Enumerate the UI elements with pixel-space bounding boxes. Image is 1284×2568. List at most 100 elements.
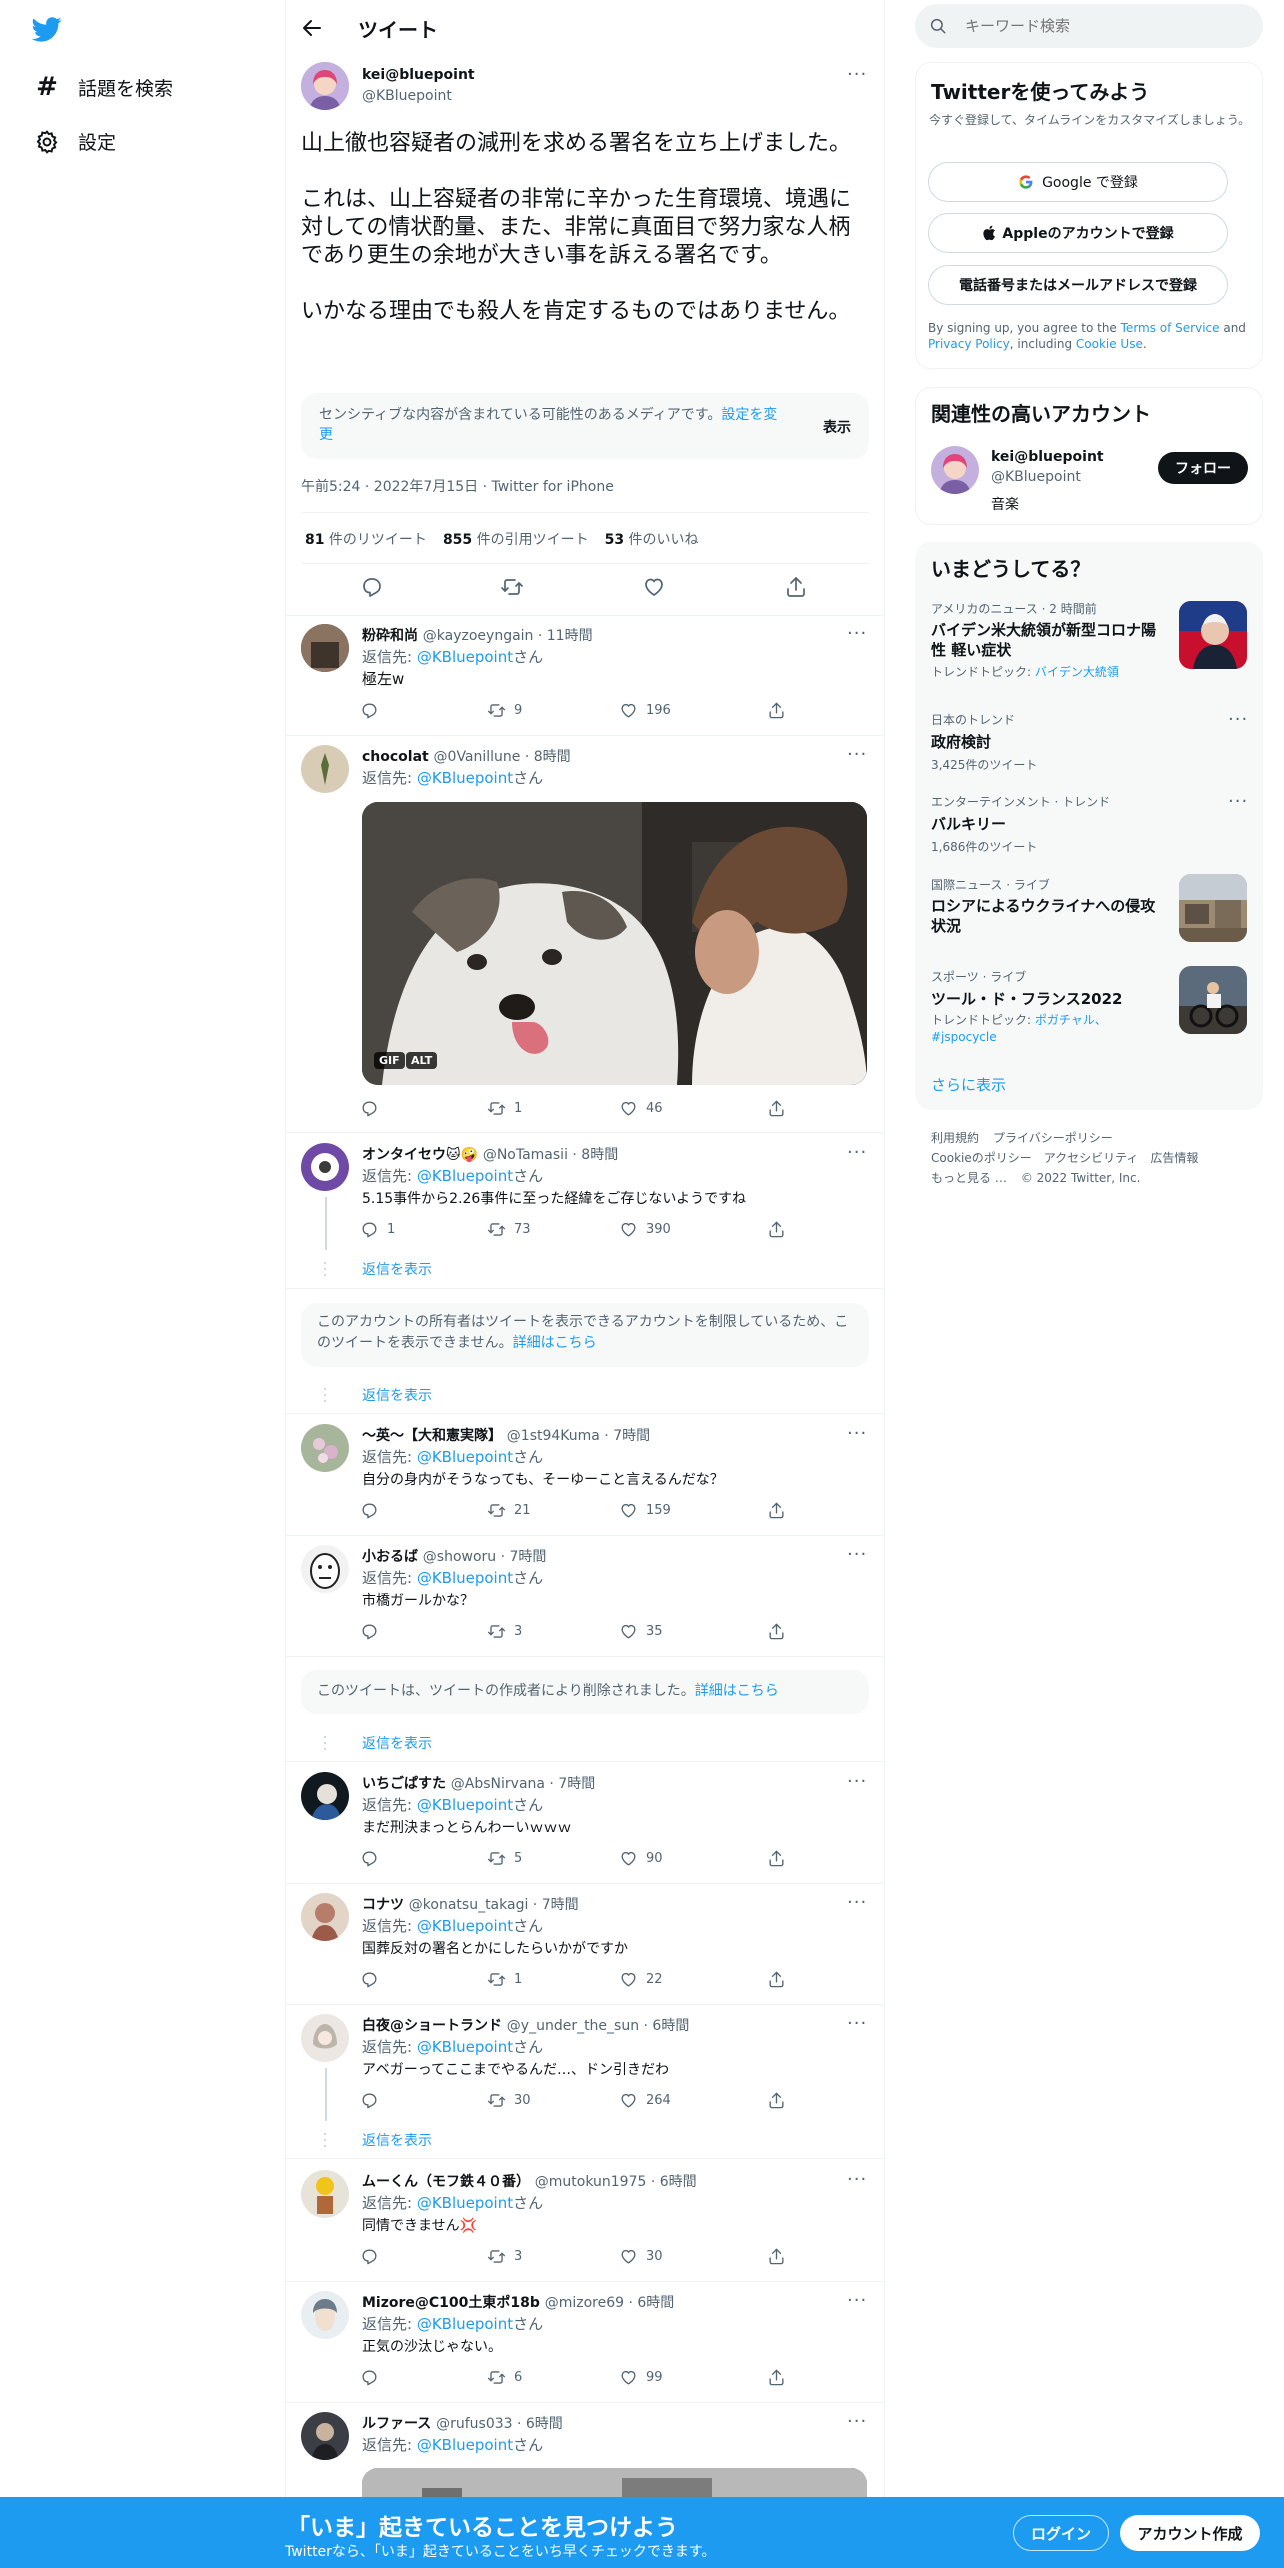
like-action[interactable]: 390 [619,1220,671,1239]
reply-meta[interactable]: @AbsNirvana · 7時間 [451,1776,595,1792]
reply-meta[interactable]: @konatsu_takagi · 7時間 [409,1897,579,1913]
avatar[interactable] [301,2014,349,2062]
retweet-action[interactable]: 30 [487,2091,531,2110]
reply-author[interactable]: ムーくん（モフ鉄４０番） [362,2174,530,2190]
reply-meta[interactable]: @y_under_the_sun · 6時間 [507,2018,690,2034]
avatar[interactable] [301,624,349,672]
like-action[interactable]: 35 [619,1622,663,1641]
footer-link[interactable]: プライバシーポリシー [993,1131,1113,1145]
nav-settings[interactable]: 設定 [34,128,116,155]
reply-icon[interactable] [360,575,384,599]
learn-more-link[interactable]: 詳細はこちら [695,1683,779,1699]
more-icon[interactable]: ··· [847,2290,867,2311]
reply-author[interactable]: 小おるば [362,1549,418,1565]
trend-topic-link[interactable]: バイデン大統領 [1035,665,1119,679]
reply-action[interactable] [360,1970,379,1989]
reply-action[interactable] [360,1849,379,1868]
retweet-action[interactable]: 1 [487,1970,522,1989]
trend-item[interactable]: エンターテインメント · トレンド バルキリー 1,686件のツイート [931,793,1251,855]
retweet-stat[interactable]: 81 件のリツイート [305,529,427,549]
avatar[interactable] [301,2412,349,2460]
reply-action[interactable] [360,1099,379,1118]
google-signup-button[interactable]: Google で登録 [928,162,1228,202]
login-button[interactable]: ログイン [1013,2515,1109,2551]
reply-action[interactable]: 1 [360,1220,395,1239]
reply-action[interactable] [360,2247,379,2266]
more-icon[interactable]: ··· [847,744,867,765]
reply-author[interactable]: オンタイセウ🐱🤪 [362,1147,478,1163]
footer-link[interactable]: アクセシビリティ [1044,1151,1139,1165]
more-icon[interactable]: ··· [847,1142,867,1163]
share-action[interactable] [767,2368,786,2387]
reply-meta[interactable]: @0Vanillune · 8時間 [434,749,571,765]
share-action[interactable] [767,1099,786,1118]
avatar[interactable] [301,2170,349,2218]
footer-link[interactable]: 広告情報 [1150,1151,1198,1165]
more-icon[interactable]: ··· [847,1544,867,1565]
reply-meta[interactable]: @NoTamasii · 8時間 [483,1147,618,1163]
reply-action[interactable] [360,1501,379,1520]
more-icon[interactable]: ··· [1228,791,1248,812]
tweet-timestamp[interactable]: 午前5:24 · 2022年7月15日 · Twitter for iPhone [301,476,614,496]
more-icon[interactable]: ··· [847,64,867,85]
learn-more-link[interactable]: 詳細はこちら [513,1335,597,1351]
share-action[interactable] [767,1849,786,1868]
show-replies-link[interactable]: 返信を表示 [362,1385,432,1405]
retweet-action[interactable]: 1 [487,1099,522,1118]
more-icon[interactable]: ··· [847,1771,867,1792]
like-action[interactable]: 90 [619,1849,663,1868]
avatar[interactable] [301,62,349,110]
more-icon[interactable]: ··· [1228,709,1248,730]
share-action[interactable] [767,2091,786,2110]
like-action[interactable]: 46 [619,1099,663,1118]
avatar[interactable] [301,1545,349,1593]
footer-more-link[interactable]: もっと見る … [931,1171,1007,1185]
nav-explore[interactable]: # 話題を検索 [34,72,173,102]
more-icon[interactable]: ··· [847,2013,867,2034]
footer-link[interactable]: Cookieのポリシー [931,1151,1032,1165]
create-account-button[interactable]: アカウント作成 [1120,2515,1260,2551]
like-action[interactable]: 99 [619,2368,663,2387]
share-action[interactable] [767,1622,786,1641]
avatar[interactable] [301,1772,349,1820]
retweet-action[interactable]: 6 [487,2368,522,2387]
reply-author[interactable]: 粉砕和尚 [362,628,418,644]
reply-author[interactable]: ルファース [362,2416,431,2432]
more-icon[interactable]: ··· [847,623,867,644]
follow-button[interactable]: フォロー [1158,452,1248,484]
author-name[interactable]: kei@bluepoint [362,67,475,83]
quote-stat[interactable]: 855 件の引用ツイート [443,529,589,549]
author-handle[interactable]: @KBluepoint [362,88,452,104]
retweet-action[interactable]: 73 [487,1220,531,1239]
search-input[interactable] [915,4,1263,48]
trend-item[interactable]: 日本のトレンド 政府検討 3,425件のツイート [931,711,1251,773]
retweet-action[interactable]: 21 [487,1501,531,1520]
avatar[interactable] [931,446,979,494]
related-name[interactable]: kei@bluepoint [991,449,1104,465]
avatar[interactable] [301,2291,349,2339]
like-action[interactable]: 159 [619,1501,671,1520]
reply-meta[interactable]: @mizore69 · 6時間 [545,2295,675,2311]
privacy-link[interactable]: Privacy Policy [928,337,1010,351]
like-icon[interactable] [642,575,666,599]
share-icon[interactable] [784,575,808,599]
reply-author[interactable]: 白夜@ショートランド [362,2018,502,2034]
footer-link[interactable]: 利用規約 [931,1131,979,1145]
reply-action[interactable] [360,2091,379,2110]
search-field[interactable] [965,17,1225,35]
related-handle[interactable]: @KBluepoint [991,469,1081,485]
show-more-link[interactable]: さらに表示 [931,1074,1006,1095]
avatar[interactable] [301,1143,349,1191]
retweet-action[interactable]: 3 [487,1622,522,1641]
cookie-link[interactable]: Cookie Use [1076,337,1143,351]
tos-link[interactable]: Terms of Service [1121,321,1220,335]
show-replies-link[interactable]: 返信を表示 [362,2130,432,2150]
like-action[interactable]: 22 [619,1970,663,1989]
show-media-button[interactable]: 表示 [823,417,851,437]
more-icon[interactable]: ··· [847,2411,867,2432]
more-icon[interactable]: ··· [847,2169,867,2190]
back-arrow-icon[interactable] [300,16,324,40]
show-replies-link[interactable]: 返信を表示 [362,1259,432,1279]
apple-signup-button[interactable]: Appleのアカウントで登録 [928,213,1228,253]
retweet-action[interactable]: 5 [487,1849,522,1868]
